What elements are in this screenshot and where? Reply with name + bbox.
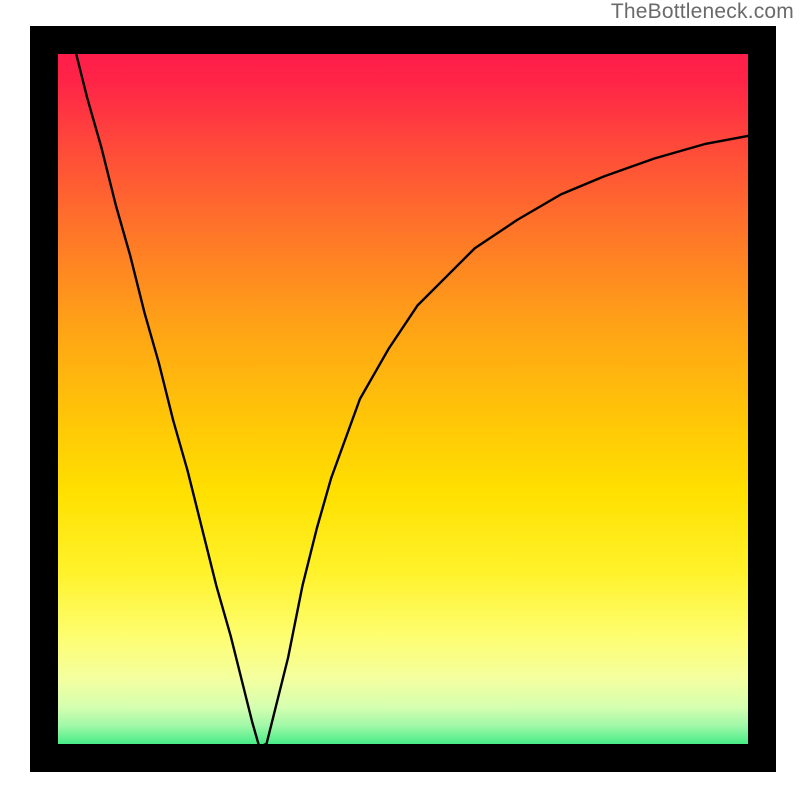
chart-container: TheBottleneck.com [0, 0, 800, 800]
chart-svg [0, 0, 800, 800]
plot-background [44, 40, 762, 758]
watermark-text: TheBottleneck.com [611, 0, 794, 24]
